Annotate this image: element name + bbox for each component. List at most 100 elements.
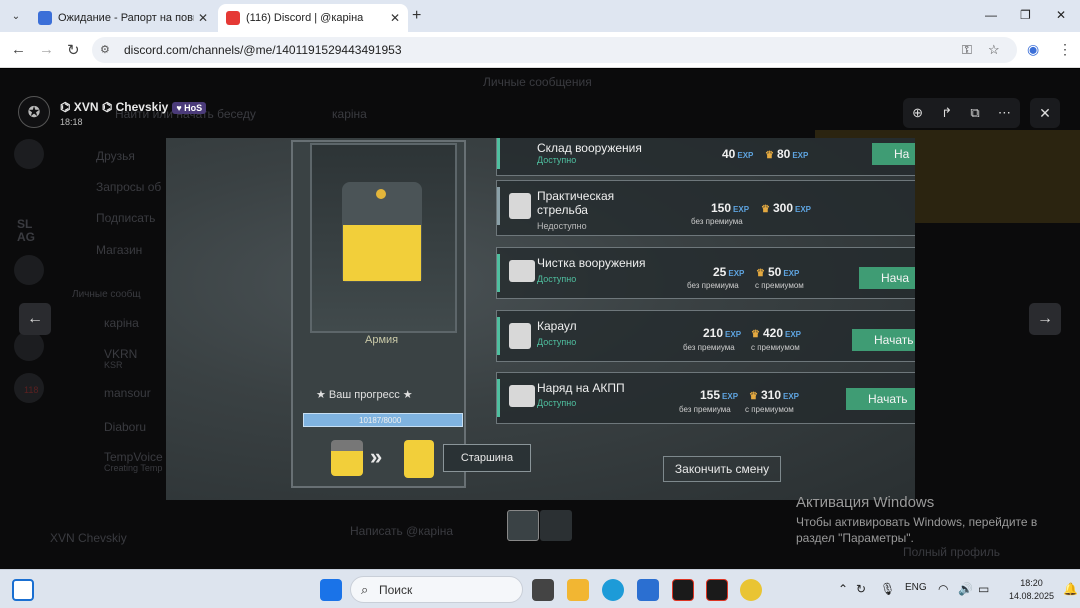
exp-unit: EXP (728, 269, 745, 278)
reload-icon[interactable]: ↻ (67, 41, 80, 59)
tray-chevron-icon[interactable]: ⌃ (838, 582, 848, 596)
bookmark-star-icon[interactable]: ☆ (988, 42, 1000, 58)
start-task-button[interactable]: Нача (859, 267, 915, 289)
tray-app-icon[interactable]: ↻ (856, 582, 866, 596)
author-avatar[interactable]: ✪ (18, 96, 50, 128)
task-status: Доступно (537, 274, 577, 284)
server-icon[interactable] (14, 255, 44, 285)
new-tab-plus-icon[interactable]: + (412, 7, 421, 25)
nav-subscriptions[interactable]: Подписать (96, 211, 155, 225)
task-row: Склад вооружения Доступно 40 EXP ♛ 80 EXP Н… (496, 138, 915, 176)
chat-input[interactable]: Написать @каріна (350, 524, 453, 538)
forward-share-icon[interactable]: ↱ (941, 105, 952, 121)
task-row: Караул Доступно 210 EXP ♛ 420 EXP без преми… (496, 310, 915, 362)
finish-shift-button[interactable]: Закончить смену (663, 456, 781, 482)
task-exp: 150 (711, 201, 732, 215)
maximize-icon[interactable]: ❐ (1020, 8, 1031, 22)
tab-discord[interactable]: (116) Discord | @каріна ✕ (218, 4, 408, 32)
netflix-icon[interactable] (672, 579, 694, 601)
task-exp: 155 (700, 388, 721, 402)
tab-raport[interactable]: Ожидание - Рапорт на повыш ✕ (30, 4, 216, 32)
task-exp: 40 (722, 147, 736, 161)
nav-requests[interactable]: Запросы об (96, 180, 161, 194)
attachment-thumbnail[interactable] (507, 510, 539, 541)
next-rank-tooltip: Старшина (443, 444, 531, 472)
server-icon[interactable] (14, 331, 44, 361)
viewer-close-button[interactable]: ✕ (1030, 98, 1060, 128)
zoom-icon[interactable]: ⊕ (912, 105, 923, 121)
dm-item-vkrn[interactable]: VKRN (104, 347, 137, 361)
task-row: Практическая стрельба Недоступно 150 EXP … (496, 180, 915, 236)
exp-unit: EXP (725, 330, 742, 339)
clock[interactable]: 18:20 14.08.2025 (1009, 577, 1054, 603)
microphone-icon[interactable]: 🎙 (880, 582, 895, 596)
task-accent (497, 138, 500, 169)
task-name: Склад вооружения (537, 141, 642, 155)
taskbar-search[interactable]: ⌕ Поиск (350, 576, 523, 603)
password-key-icon[interactable]: ⚿ (962, 42, 972, 58)
next-rank-icon[interactable] (404, 440, 434, 478)
author-name[interactable]: ⌬ XVN ⌬ Chevskiy ♥ HoS (60, 100, 207, 114)
netflix-icon[interactable] (706, 579, 728, 601)
profile-icon[interactable]: ◉ (1027, 41, 1039, 58)
start-task-button[interactable]: Начать (846, 388, 915, 410)
progress-title: ★ Ваш прогресс ★ (316, 389, 413, 401)
more-options-icon[interactable]: ⋯ (998, 105, 1011, 121)
task-exp-premium: 50 (767, 265, 782, 279)
address-bar[interactable]: ⚙ discord.com/channels/@me/1401191529443… (92, 37, 1017, 63)
start-task-button[interactable]: На (872, 143, 915, 165)
chrome-icon[interactable] (740, 579, 762, 601)
task-name: Караул (537, 319, 577, 333)
server-badge: 118 (24, 385, 39, 395)
open-external-icon[interactable]: ⧉ (970, 105, 979, 121)
crown-icon: ♛ (751, 329, 760, 340)
task-status: Доступно (537, 337, 577, 347)
dm-item-karina[interactable]: каріна (104, 316, 139, 330)
back-arrow-icon[interactable]: ← (11, 41, 26, 58)
exp-unit: EXP (795, 205, 812, 214)
server-label[interactable]: AG (17, 230, 35, 244)
exp-unit: EXP (785, 330, 802, 339)
window-close-icon[interactable]: ✕ (1056, 8, 1066, 22)
tab-close-icon[interactable]: ✕ (198, 11, 208, 25)
activation-title: Активация Windows (796, 494, 935, 511)
dm-item-mansour[interactable]: mansour (104, 386, 151, 400)
rank-stripe (343, 225, 421, 281)
notifications-icon[interactable]: 🔔 (1063, 582, 1078, 596)
task-view-icon[interactable] (532, 579, 554, 601)
nav-friends[interactable]: Друзья (96, 149, 135, 163)
next-image-arrow-icon[interactable]: → (1029, 303, 1061, 335)
tab-close-icon[interactable]: ✕ (390, 11, 400, 25)
battery-icon[interactable]: ▭ (978, 582, 989, 596)
task-name: Наряд на АКПП (537, 381, 625, 395)
file-explorer-icon[interactable] (567, 579, 589, 601)
url-text: discord.com/channels/@me/140119152944349… (124, 43, 402, 57)
dm-item-tempvoice[interactable]: TempVoice (104, 450, 163, 464)
start-task-button[interactable]: Начать (852, 329, 915, 351)
prev-image-arrow-icon[interactable]: ← (19, 303, 51, 335)
exp-unit: EXP (783, 392, 800, 401)
full-profile-button[interactable]: Полный профиль (903, 545, 1000, 559)
minimize-icon[interactable]: — (985, 8, 997, 22)
attachment-thumbnail[interactable] (540, 510, 572, 541)
site-info-icon[interactable]: ⚙ (100, 43, 110, 56)
task-exp-premium: 310 (760, 388, 781, 402)
language-indicator[interactable]: ENG (905, 582, 927, 593)
nav-shop[interactable]: Магазин (96, 243, 142, 257)
task-status: Доступно (537, 398, 577, 408)
edge-icon[interactable] (602, 579, 624, 601)
server-label[interactable]: SL (17, 217, 32, 231)
tab-search-chevron-icon[interactable]: ⌄ (6, 6, 26, 26)
browser-toolbar: ← → ↻ ⚙ discord.com/channels/@me/1401191… (0, 32, 1080, 68)
forward-arrow-icon[interactable]: → (39, 41, 54, 58)
volume-icon[interactable]: 🔊 (958, 582, 973, 596)
crown-icon: ♛ (765, 150, 774, 161)
rank-tag-hole (376, 189, 386, 199)
browser-menu-icon[interactable]: ⋮ (1058, 41, 1072, 58)
store-icon[interactable] (637, 579, 659, 601)
server-icon[interactable] (14, 139, 44, 169)
windows-start-icon[interactable] (320, 579, 342, 601)
widgets-icon[interactable] (12, 579, 34, 601)
dm-item-diaboru[interactable]: Diaboru (104, 420, 146, 434)
wifi-icon[interactable]: ◠ (938, 582, 948, 596)
